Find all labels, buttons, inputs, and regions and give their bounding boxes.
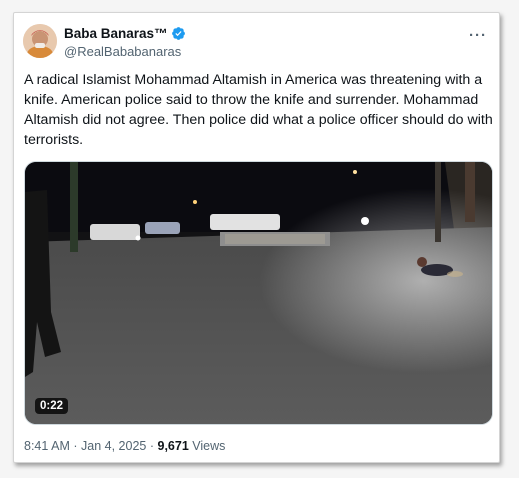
meta-separator: · [149,439,155,453]
verified-badge-icon [171,27,185,40]
user-handle[interactable]: @RealBababanaras [64,44,181,59]
tweet-card: Baba Banaras™ @RealBababanaras ··· A rad… [13,12,500,463]
avatar-image [23,24,57,58]
views-count: 9,671 [157,439,189,453]
tweet-date[interactable]: Jan 4, 2025 [81,439,146,453]
tweet-time[interactable]: 8:41 AM [24,439,70,453]
avatar[interactable] [23,24,57,58]
meta-separator: · [73,439,78,453]
video-player[interactable]: 0:22 [24,161,493,425]
more-options-icon[interactable]: ··· [469,27,487,44]
display-name[interactable]: Baba Banaras™ [64,26,168,41]
video-duration-badge: 0:22 [35,398,69,414]
views-label: Views [192,439,226,453]
author-name-row: Baba Banaras™ [64,26,186,41]
tweet-metadata: 8:41 AM · Jan 4, 2025 · 9,671 Views [24,439,225,453]
video-thumbnail [25,162,492,424]
tweet-text: A radical Islamist Mohammad Altamish in … [24,72,493,148]
